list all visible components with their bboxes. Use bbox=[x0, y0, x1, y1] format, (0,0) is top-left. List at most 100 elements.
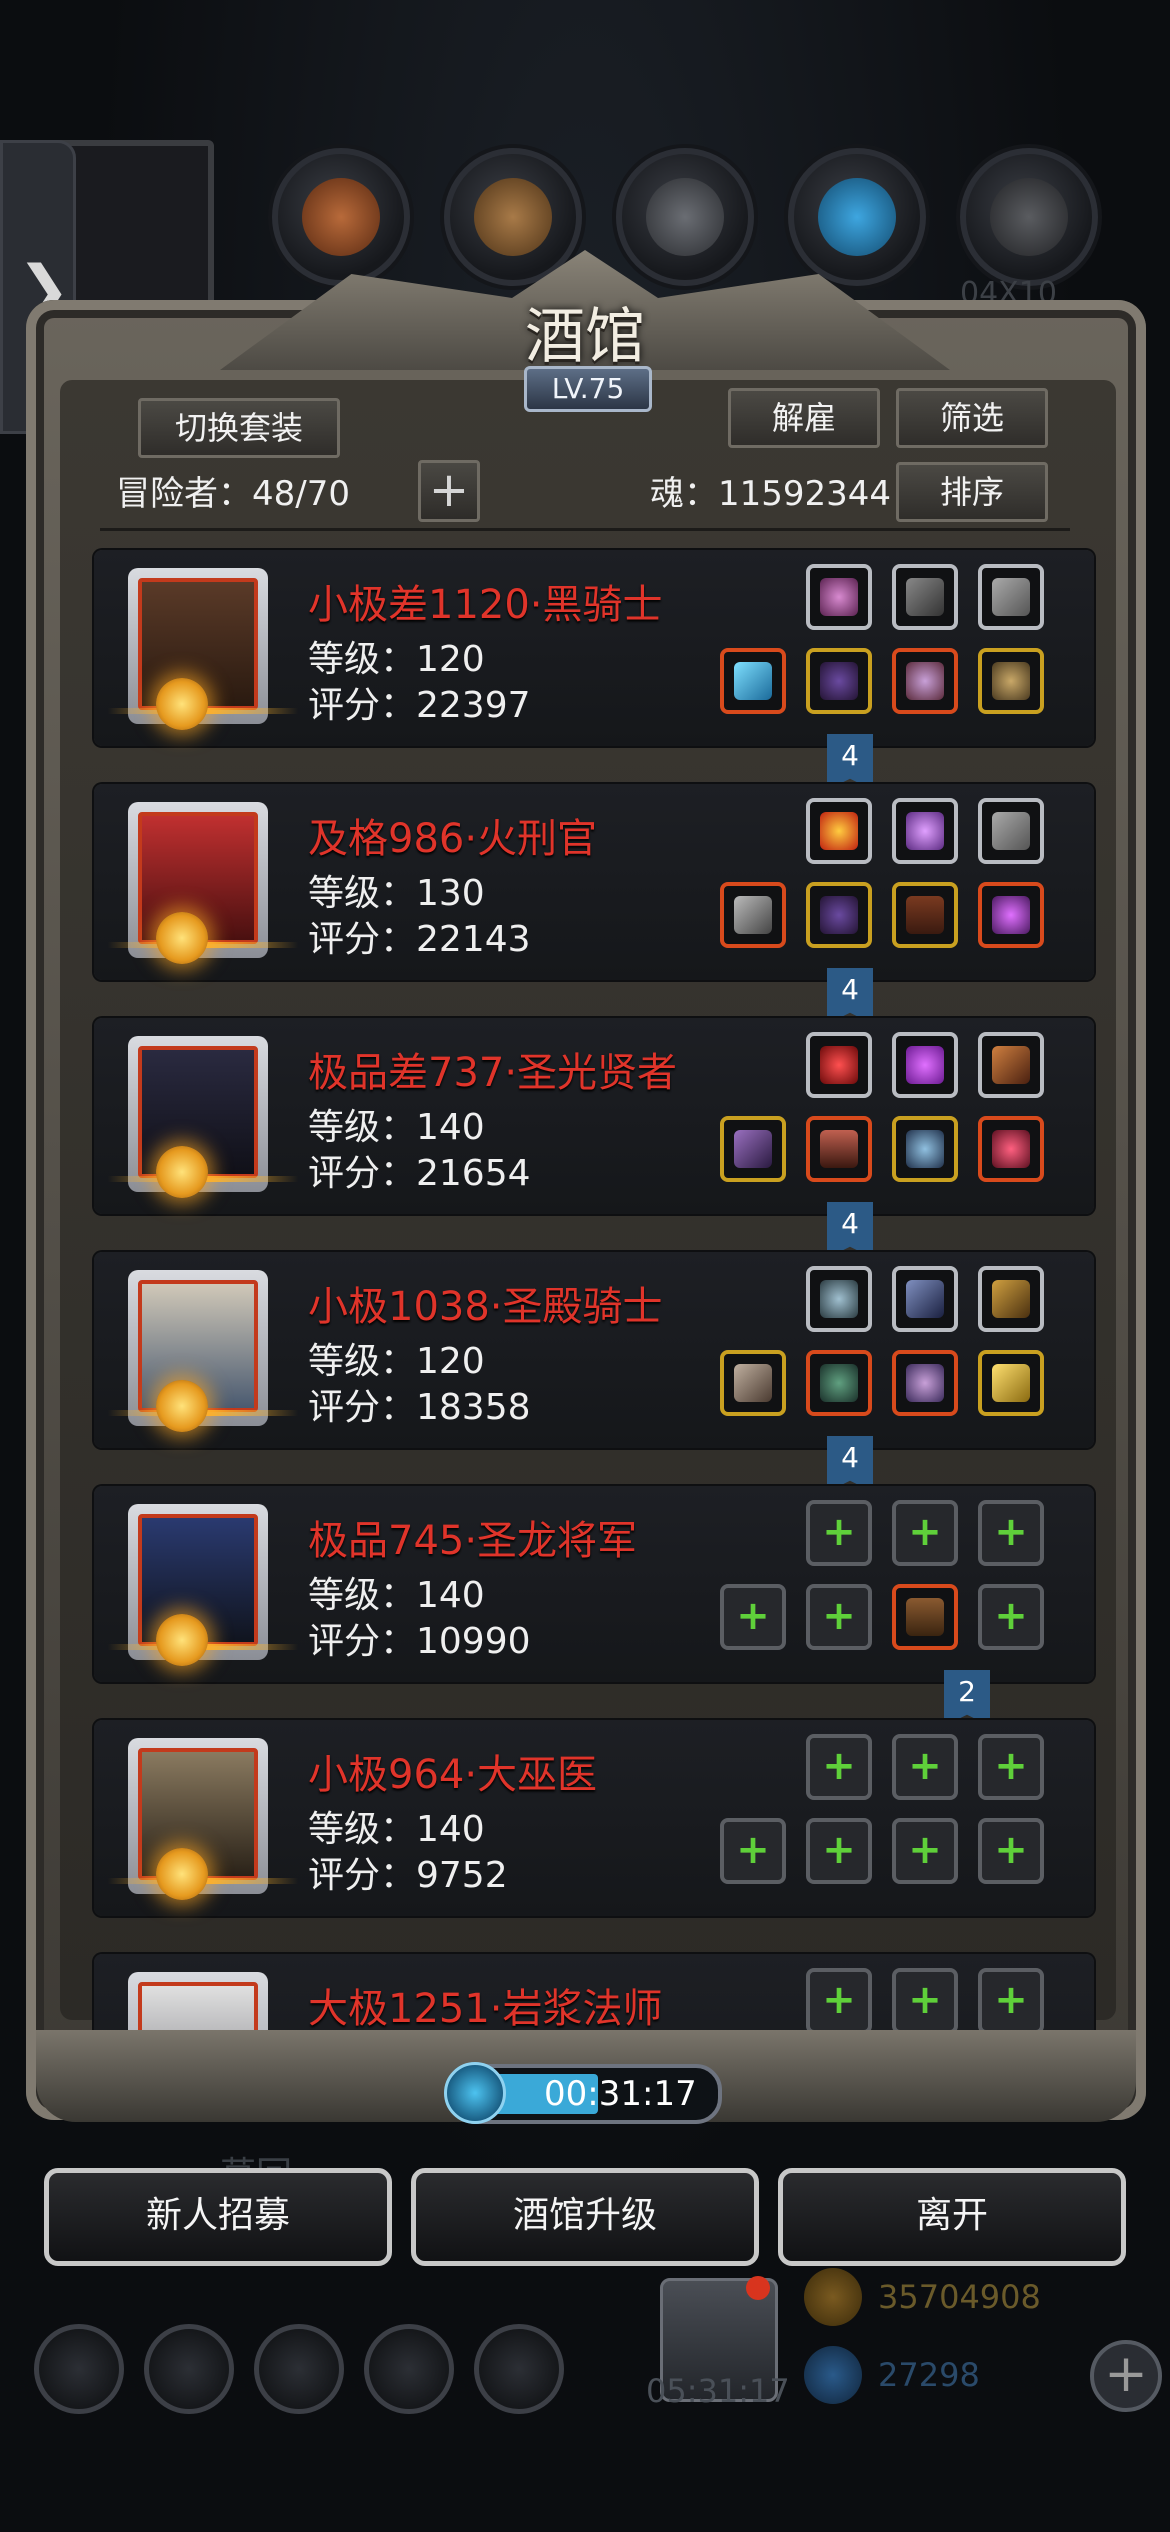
ring-icon bbox=[992, 662, 1030, 700]
equip-slot[interactable] bbox=[978, 1350, 1044, 1416]
equip-slot[interactable] bbox=[892, 564, 958, 630]
equip-slot[interactable] bbox=[720, 882, 786, 948]
empty-equip-slot[interactable]: + bbox=[720, 1584, 786, 1650]
hero-card[interactable]: 极品差737·圣光贤者 等级：140 评分：21654 bbox=[94, 1018, 1094, 1214]
add-equipment-icon: + bbox=[736, 1593, 770, 1639]
hero-card[interactable]: 小极1038·圣殿骑士 等级：120 评分：18358 bbox=[94, 1252, 1094, 1448]
fire-icon bbox=[820, 812, 858, 850]
empty-equip-slot[interactable]: + bbox=[806, 1968, 872, 2034]
equip-slot[interactable] bbox=[892, 798, 958, 864]
add-equipment-icon: + bbox=[822, 1743, 856, 1789]
star-badge-icon bbox=[156, 1146, 208, 1198]
hero-list[interactable]: 小极差1120·黑骑士 等级：120 评分：22397 4 及格986·火刑官 … bbox=[80, 540, 1100, 2034]
dismiss-button[interactable]: 解雇 bbox=[728, 388, 880, 448]
equip-slot[interactable] bbox=[978, 1116, 1044, 1182]
add-equipment-icon: + bbox=[994, 1827, 1028, 1873]
resource-orb-1[interactable] bbox=[272, 148, 410, 286]
equip-slot[interactable] bbox=[806, 1350, 872, 1416]
resource-orb-4[interactable] bbox=[788, 148, 926, 286]
quest-icon[interactable] bbox=[144, 2324, 234, 2414]
add-equipment-icon: + bbox=[908, 1743, 942, 1789]
equip-slot[interactable] bbox=[978, 1032, 1044, 1098]
equip-slot[interactable] bbox=[978, 1266, 1044, 1332]
iron-icon bbox=[646, 178, 724, 256]
empty-equip-slot[interactable]: + bbox=[892, 1500, 958, 1566]
equip-slot[interactable] bbox=[806, 1032, 872, 1098]
gold-amount: 35704908 bbox=[878, 2278, 1041, 2316]
hero-score: 评分：9752 bbox=[308, 1855, 508, 1896]
equip-slot[interactable] bbox=[806, 1266, 872, 1332]
star-badge-icon bbox=[156, 678, 208, 730]
belt-icon bbox=[906, 896, 944, 934]
hero-card[interactable]: 小极差1120·黑骑士 等级：120 评分：22397 bbox=[94, 550, 1094, 746]
equip-slot[interactable] bbox=[806, 1116, 872, 1182]
gauntlet-icon bbox=[992, 1130, 1030, 1168]
hero-card[interactable]: 小极964·大巫医 等级：140 评分：9752 + + + + + + + bbox=[94, 1720, 1094, 1916]
sort-button[interactable]: 排序 bbox=[896, 462, 1048, 522]
hero-card[interactable]: 大极1251·岩浆法师 + + + bbox=[94, 1954, 1094, 2034]
hero-rank-ribbon: 2 bbox=[944, 1670, 990, 1726]
hero-name: 极品差737·圣光贤者 bbox=[308, 1050, 678, 1096]
equip-slot[interactable] bbox=[720, 1116, 786, 1182]
resource-orb-5[interactable] bbox=[960, 148, 1098, 286]
empty-equip-slot[interactable]: + bbox=[806, 1500, 872, 1566]
hero-level: 等级：140 bbox=[308, 1107, 485, 1148]
equip-slot[interactable] bbox=[978, 798, 1044, 864]
equip-slot[interactable] bbox=[892, 1116, 958, 1182]
settings-icon[interactable] bbox=[34, 2324, 124, 2414]
empty-equip-slot[interactable]: + bbox=[892, 1968, 958, 2034]
leave-button[interactable]: 离开 bbox=[778, 2168, 1126, 2266]
hero-rank-ribbon: 4 bbox=[827, 1436, 873, 1492]
hero-avatar[interactable] bbox=[128, 1972, 268, 2034]
add-equipment-icon: + bbox=[908, 1509, 942, 1555]
equip-slot[interactable] bbox=[806, 648, 872, 714]
empty-equip-slot[interactable]: + bbox=[892, 1818, 958, 1884]
equip-slot[interactable] bbox=[978, 882, 1044, 948]
hero-card[interactable]: 极品745·圣龙将军 等级：140 评分：10990 + + + + + + bbox=[94, 1486, 1094, 1682]
recruit-button[interactable]: 新人招募 bbox=[44, 2168, 392, 2266]
hero-score: 评分：22143 bbox=[308, 919, 531, 960]
star-badge-icon bbox=[156, 1614, 208, 1666]
empty-equip-slot[interactable]: + bbox=[806, 1734, 872, 1800]
equip-slot[interactable] bbox=[720, 1350, 786, 1416]
chest-timer: 05:31:17 bbox=[646, 2372, 790, 2410]
resource-orb-3[interactable] bbox=[616, 148, 754, 286]
crystal-icon bbox=[818, 178, 896, 256]
shield-icon bbox=[992, 1364, 1030, 1402]
resource-orb-2[interactable] bbox=[444, 148, 582, 286]
equip-slot[interactable] bbox=[892, 1032, 958, 1098]
empty-equip-slot[interactable]: + bbox=[806, 1818, 872, 1884]
equip-slot[interactable] bbox=[978, 648, 1044, 714]
equip-slot[interactable] bbox=[892, 882, 958, 948]
cloak-icon bbox=[820, 662, 858, 700]
switch-outfit-button[interactable]: 切换套装 bbox=[138, 398, 340, 458]
equip-slot[interactable] bbox=[806, 882, 872, 948]
empty-equip-slot[interactable]: + bbox=[720, 1818, 786, 1884]
guild-icon[interactable] bbox=[254, 2324, 344, 2414]
equip-slot[interactable] bbox=[720, 648, 786, 714]
empty-equip-slot[interactable]: + bbox=[978, 1500, 1044, 1566]
equip-slot[interactable] bbox=[892, 1350, 958, 1416]
empty-equip-slot[interactable]: + bbox=[978, 1584, 1044, 1650]
empty-equip-slot[interactable]: + bbox=[978, 1734, 1044, 1800]
equip-slot[interactable] bbox=[806, 564, 872, 630]
shop-icon[interactable] bbox=[474, 2324, 564, 2414]
equip-slot[interactable] bbox=[892, 1266, 958, 1332]
equip-slot[interactable] bbox=[978, 564, 1044, 630]
add-slot-button[interactable]: + bbox=[418, 460, 480, 522]
add-currency-button[interactable]: + bbox=[1090, 2340, 1162, 2412]
filter-button[interactable]: 筛选 bbox=[896, 388, 1048, 448]
bracer-icon bbox=[906, 578, 944, 616]
empty-equip-slot[interactable]: + bbox=[892, 1734, 958, 1800]
hero-card[interactable]: 及格986·火刑官 等级：130 评分：22143 bbox=[94, 784, 1094, 980]
add-equipment-icon: + bbox=[994, 1743, 1028, 1789]
empty-equip-slot[interactable]: + bbox=[978, 1968, 1044, 2034]
gem-icon bbox=[820, 578, 858, 616]
equip-slot[interactable] bbox=[806, 798, 872, 864]
upgrade-tavern-button[interactable]: 酒馆升级 bbox=[411, 2168, 759, 2266]
empty-equip-slot[interactable]: + bbox=[806, 1584, 872, 1650]
equip-slot[interactable] bbox=[892, 648, 958, 714]
equip-slot[interactable] bbox=[892, 1584, 958, 1650]
empty-equip-slot[interactable]: + bbox=[978, 1818, 1044, 1884]
mail-icon[interactable] bbox=[364, 2324, 454, 2414]
